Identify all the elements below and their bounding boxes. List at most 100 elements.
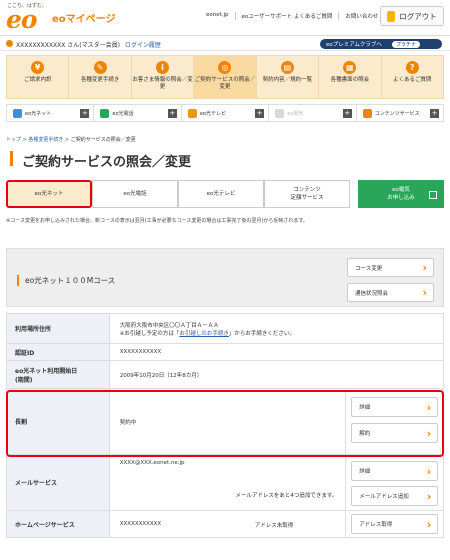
user-name: XXXXXXXXXXXX さん(マスター会員) bbox=[16, 42, 120, 49]
mail-label: メールサービス bbox=[6, 454, 110, 511]
info-icon: i bbox=[156, 61, 170, 74]
course-change-note: ※コース変更をお申し込みされた場合、新コースの表示は翌月(工事が必要なコース変更… bbox=[6, 218, 308, 224]
login-history-link[interactable]: ログイン履歴 bbox=[125, 42, 161, 49]
premium-label: eoプレミアムクラブへ bbox=[326, 42, 382, 48]
nav-item-contract-terms[interactable]: ▤ 契約内容／規約一覧 bbox=[257, 56, 320, 98]
nav-label: よくあるご質問 bbox=[392, 77, 432, 83]
header: ここち、はずむ。 eo eoマイページ eonet.jp eoユーザーサポート … bbox=[0, 0, 450, 36]
logout-icon bbox=[387, 10, 396, 22]
moving-note: ※お引越し予定の方は「お引越しのお手続き」からお手続きください。 bbox=[119, 330, 295, 337]
contents-icon bbox=[362, 108, 372, 118]
tv-icon bbox=[187, 108, 197, 118]
subtab-contents-label: コンテンツ 定額サービス bbox=[290, 187, 324, 201]
header-link-eonet[interactable]: eonet.jp bbox=[200, 12, 235, 20]
plus-icon[interactable]: + bbox=[430, 109, 440, 118]
nav-item-documents[interactable]: ▦ 各種書面の照会 bbox=[319, 56, 382, 98]
net-icon bbox=[13, 108, 22, 118]
eo-logo[interactable]: eo bbox=[6, 7, 38, 32]
document-icon: ▤ bbox=[280, 61, 294, 74]
subtab-denki-label: eo電気 お申し込み bbox=[387, 187, 415, 201]
service-label: eo光ネット bbox=[25, 110, 52, 117]
premium-club-button[interactable]: eoプレミアムクラブへ プラチナ bbox=[320, 39, 442, 49]
plus-icon[interactable]: + bbox=[255, 109, 265, 118]
homepage-actions: アドレス取得 bbox=[345, 510, 444, 538]
main-nav: ¥ ご請求内訳 ✎ 各種変更手続き i お客さま情報の照会／変更 ◎ ご契約サー… bbox=[6, 55, 444, 99]
brand-name[interactable]: eoマイページ bbox=[52, 10, 115, 25]
subtab-contents[interactable]: コンテンツ 定額サービス bbox=[264, 180, 350, 208]
plus-icon[interactable]: + bbox=[167, 109, 177, 118]
moving-link[interactable]: お引越しのお手続き bbox=[179, 331, 229, 337]
subtab-phone[interactable]: eo光電話 bbox=[92, 180, 179, 208]
homepage-status: アドレス未取得 bbox=[254, 523, 294, 529]
service-label: コンテンツサービス bbox=[374, 110, 420, 117]
nav-label: ご請求内訳 bbox=[23, 77, 52, 83]
question-icon: ? bbox=[405, 61, 419, 74]
start-date-value: 2009年10月20日（12年8カ月） bbox=[108, 360, 445, 389]
nav-label: ご契約サービスの照会／変更 bbox=[194, 77, 256, 90]
homepage-value: XXXXXXXXXXX bbox=[119, 521, 162, 527]
subtab-net[interactable]: eo光ネット bbox=[6, 180, 93, 208]
table-row: eo光ネット利用開始日 (期間) 2009年10月20日（12年8カ月） bbox=[6, 360, 445, 389]
mail-address: XXXX@XXX.eonet.ne.jp bbox=[119, 460, 185, 466]
breadcrumb-procedures[interactable]: 各種変更手続き bbox=[28, 137, 63, 143]
mail-detail-button[interactable]: 詳細 bbox=[351, 461, 439, 481]
service-label: eo光電話 bbox=[112, 110, 134, 117]
documents-icon: ▦ bbox=[343, 61, 357, 74]
nav-item-procedures[interactable]: ✎ 各種変更手続き bbox=[69, 56, 132, 98]
breadcrumb: トップ > 各種変更手続き > ご契約サービスの照会／変更 bbox=[6, 136, 136, 143]
table-row: メールサービス XXXX@XXX.eonet.ne.jp メールアドレスをあと4… bbox=[6, 454, 444, 511]
nav-label: 各種書面の照会 bbox=[330, 77, 370, 83]
service-tab-net[interactable]: eo光ネット + bbox=[7, 105, 95, 121]
homepage-cell: XXXXXXXXXXX アドレス未取得 bbox=[108, 510, 347, 538]
header-link-contact[interactable]: お問い合わせ bbox=[338, 12, 384, 20]
breadcrumb-sep: > bbox=[63, 137, 71, 143]
mail-add-button[interactable]: メールアドレス追加 bbox=[351, 486, 439, 506]
mail-cell: XXXX@XXX.eonet.ne.jp メールアドレスをあと4つ追加できます。 bbox=[108, 454, 347, 511]
table-row: 長割 契約中 詳細 解約 bbox=[6, 388, 444, 455]
auth-id-label: 認証ID bbox=[6, 343, 110, 361]
user-bar: XXXXXXXXXXXX さん(マスター会員) ログイン履歴 eoプレミアムクラ… bbox=[0, 37, 450, 51]
course-name: eo光ネット１００Mコース bbox=[25, 276, 116, 285]
course-accent bbox=[17, 275, 19, 286]
mail-add-note: メールアドレスをあと4つ追加できます。 bbox=[235, 493, 338, 499]
contract-info-table: 利用場所住所 大阪府大阪市中央区〇〇Ａ丁目Ａ－ＡＡ ※お引越し予定の方は「お引越… bbox=[6, 313, 445, 538]
course-change-button[interactable]: コース変更 bbox=[347, 258, 434, 277]
user-icon bbox=[6, 40, 13, 47]
table-row: 認証ID XXXXXXXXXXX bbox=[6, 343, 445, 361]
service-label: eo光テレビ bbox=[199, 110, 226, 117]
nav-label: 各種変更手続き bbox=[80, 77, 120, 83]
choki-actions: 詳細 解約 bbox=[345, 388, 444, 455]
subtab-tv[interactable]: eo光テレビ bbox=[178, 180, 264, 208]
nav-item-customer-info[interactable]: i お客さま情報の照会／変更 bbox=[132, 56, 195, 98]
choki-value: 契約中 bbox=[108, 388, 347, 455]
choki-detail-button[interactable]: 詳細 bbox=[351, 397, 439, 417]
logout-button[interactable]: ログアウト bbox=[380, 6, 444, 26]
title-accent bbox=[10, 151, 13, 166]
service-tab-phone[interactable]: eo光電話 + bbox=[94, 105, 182, 121]
page-title: ご契約サービスの照会／変更 bbox=[22, 155, 192, 170]
service-tab-contents[interactable]: コンテンツサービス + bbox=[357, 105, 443, 121]
breadcrumb-top[interactable]: トップ bbox=[6, 137, 21, 143]
plus-icon[interactable]: + bbox=[342, 109, 352, 118]
plus-icon[interactable]: + bbox=[80, 109, 90, 118]
nav-item-contract-services[interactable]: ◎ ご契約サービスの照会／変更 bbox=[194, 56, 257, 98]
nav-item-billing[interactable]: ¥ ご請求内訳 bbox=[7, 56, 70, 98]
address-value: 大阪府大阪市中央区〇〇Ａ丁目Ａ－ＡＡ bbox=[119, 322, 219, 329]
address-cell: 大阪府大阪市中央区〇〇Ａ丁目Ａ－ＡＡ ※お引越し予定の方は「お引越しのお手続き」… bbox=[108, 313, 445, 344]
nav-item-faq[interactable]: ? よくあるご質問 bbox=[382, 56, 443, 98]
service-label: eo電気 bbox=[287, 110, 304, 117]
logout-label: ログアウト bbox=[399, 11, 437, 21]
yen-icon: ¥ bbox=[31, 61, 45, 74]
table-row: 利用場所住所 大阪府大阪市中央区〇〇Ａ丁目Ａ－ＡＡ ※お引越し予定の方は「お引越… bbox=[6, 313, 445, 344]
choki-cancel-button[interactable]: 解約 bbox=[351, 423, 439, 443]
status-check-button[interactable]: 通信状況照会 bbox=[347, 283, 434, 302]
address-acquire-button[interactable]: アドレス取得 bbox=[351, 514, 439, 534]
header-link-support[interactable]: eoユーザーサポート よくあるご質問 bbox=[234, 12, 339, 20]
service-tab-denki[interactable]: eo電気 + bbox=[269, 105, 357, 121]
homepage-label: ホームページサービス bbox=[6, 510, 110, 538]
table-row: ホームページサービス XXXXXXXXXXX アドレス未取得 アドレス取得 bbox=[6, 510, 444, 538]
service-tab-tv[interactable]: eo光テレビ + bbox=[182, 105, 270, 121]
service-tabs: eo光ネット + eo光電話 + eo光テレビ + eo電気 + コンテンツサー… bbox=[6, 104, 444, 122]
subtab-denki-apply[interactable]: eo電気 お申し込み bbox=[357, 180, 444, 208]
start-date-label: eo光ネット利用開始日 (期間) bbox=[6, 360, 110, 389]
